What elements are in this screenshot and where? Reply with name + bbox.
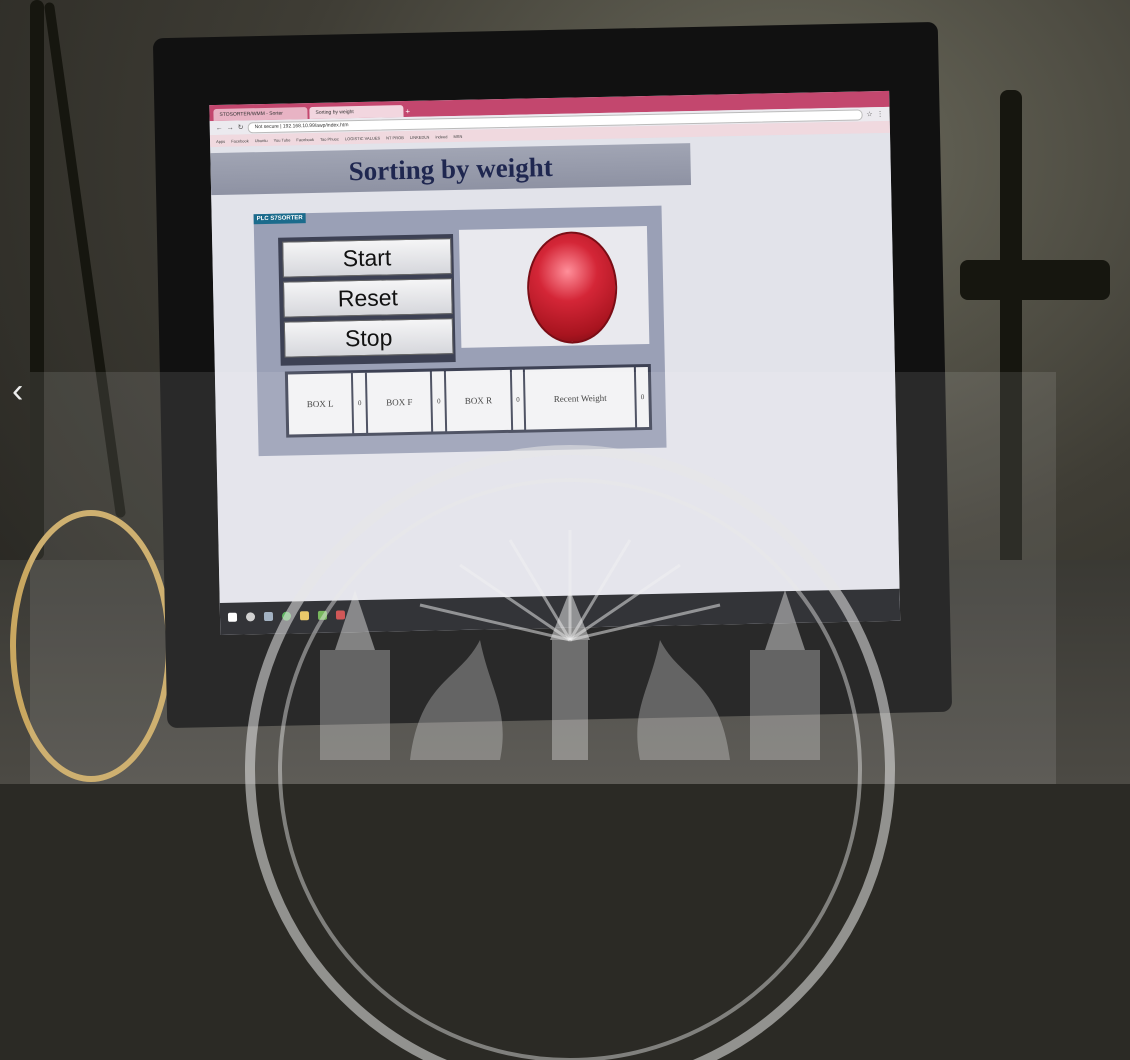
tab-sorter[interactable]: STOSORTER/WMM - Sorter <box>213 107 308 122</box>
panel-label: PLC S7SORTER <box>253 213 306 225</box>
bookmark-item[interactable]: Ubuntu <box>255 137 268 142</box>
forward-icon[interactable]: → <box>227 124 234 131</box>
bookmark-item[interactable]: MSN <box>453 133 462 138</box>
previous-arrow-icon[interactable]: ‹ <box>12 372 23 411</box>
university-seal-watermark <box>245 445 895 1060</box>
bookmark-item[interactable]: LINKEDLN <box>410 134 430 139</box>
reset-button[interactable]: Reset <box>282 278 453 318</box>
bookmark-item[interactable]: Facebook <box>296 136 314 141</box>
bookmark-item[interactable]: NT PROB <box>386 135 404 140</box>
start-button[interactable]: Start <box>282 238 452 278</box>
plus-icon[interactable]: + <box>405 107 415 117</box>
back-icon[interactable]: ← <box>216 124 223 131</box>
tab-sorting-by-weight[interactable]: Sorting by weight <box>309 105 404 120</box>
bookmark-item[interactable]: indeed <box>435 134 447 139</box>
star-icon[interactable]: ☆ <box>866 110 872 118</box>
bookmark-item[interactable]: LOGISTIC VALUES <box>345 135 380 141</box>
bookmark-item[interactable]: Apps <box>216 138 225 143</box>
button-group: Start Reset Stop <box>278 234 456 366</box>
bookmark-item[interactable]: Tao Phuoc <box>320 136 339 141</box>
reload-icon[interactable]: ↻ <box>238 123 244 131</box>
page-title: Sorting by weight <box>348 151 553 187</box>
menu-icon[interactable]: ⋮ <box>877 110 884 118</box>
bookmark-item[interactable]: Facebook <box>231 138 249 143</box>
bookmark-item[interactable]: You Tube <box>274 137 291 142</box>
stop-button[interactable]: Stop <box>283 318 454 358</box>
machine-frame <box>960 260 1110 300</box>
